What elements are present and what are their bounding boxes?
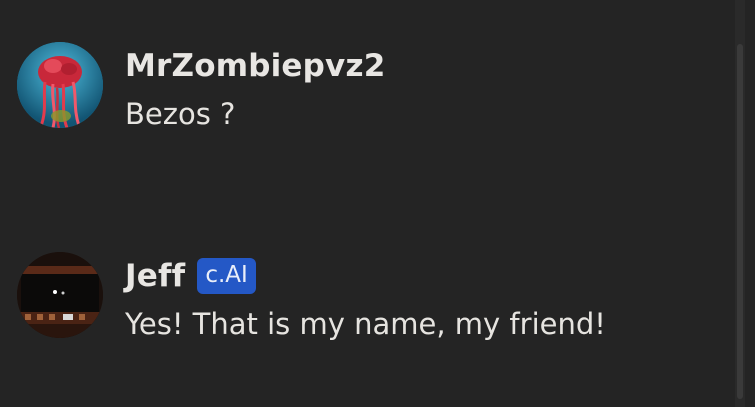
message-text: Yes! That is my name, my friend! [125, 307, 606, 341]
author-name[interactable]: MrZombiepvz2 [125, 48, 385, 84]
message-body: MrZombiepvz2 Bezos ? [125, 42, 385, 134]
scrollbar[interactable] [735, 0, 745, 407]
message-user: MrZombiepvz2 Bezos ? [17, 42, 385, 134]
author-name[interactable]: Jeff [125, 258, 185, 294]
author-row: MrZombiepvz2 [125, 44, 385, 88]
ai-badge: c.AI [197, 258, 256, 294]
avatar-user-image [17, 42, 103, 128]
zombie-plant-avatar-icon[interactable] [17, 42, 103, 128]
scrollbar-thumb[interactable] [737, 44, 743, 399]
dark-theater-avatar-icon[interactable] [17, 252, 103, 338]
message-body: Jeff c.AI Yes! That is my name, my frien… [125, 252, 606, 344]
message-bot: Jeff c.AI Yes! That is my name, my frien… [17, 252, 606, 344]
avatar-bot-image [17, 252, 103, 338]
chat-panel: MrZombiepvz2 Bezos ? Jeff c.AI Yes! That… [0, 0, 745, 407]
message-text: Bezos ? [125, 97, 236, 131]
author-row: Jeff c.AI [125, 254, 606, 298]
